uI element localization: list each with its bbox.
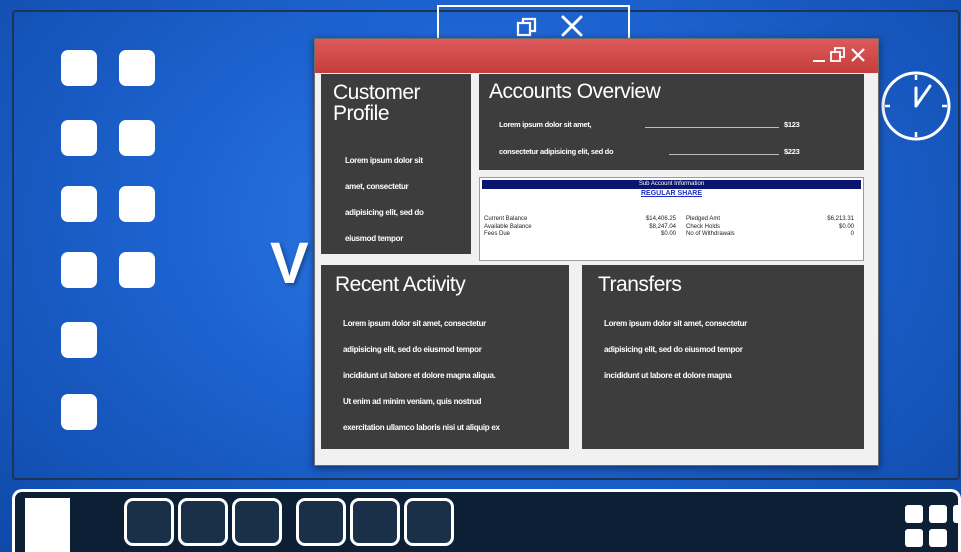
- leader-line: [645, 127, 779, 128]
- app-tile-icon[interactable]: [61, 120, 97, 156]
- app-tile-icon[interactable]: [119, 186, 155, 222]
- field-value: $14,406.25: [645, 216, 676, 222]
- account-row-label: consectetur adipisicing elit, sed do: [499, 147, 614, 156]
- app-tile-icon[interactable]: [119, 252, 155, 288]
- app-window: Customer Profile Lorem ipsum dolor sit a…: [314, 38, 879, 466]
- recent-activity-panel: Recent Activity Lorem ipsum dolor sit am…: [321, 265, 569, 449]
- text-line: incididunt ut labore et dolore magna ali…: [343, 371, 496, 380]
- text-line: eiusmod tempor: [345, 234, 404, 243]
- account-row-amount: $223: [784, 147, 800, 156]
- app-tile-icon[interactable]: [119, 50, 155, 86]
- app-tile-icon[interactable]: [61, 50, 97, 86]
- text-line: incididunt ut labore et dolore magna: [604, 371, 732, 380]
- minimize-icon[interactable]: [810, 45, 830, 65]
- close-icon[interactable]: [560, 14, 584, 38]
- taskbar-item[interactable]: [124, 498, 174, 546]
- field-value: $0.00: [660, 231, 676, 237]
- field-label: Available Balance: [484, 223, 532, 230]
- field-label: Pledged Amt: [686, 216, 721, 222]
- field-value: $0.00: [838, 223, 854, 230]
- taskbar-item[interactable]: [178, 498, 228, 546]
- field-value: 0: [850, 231, 854, 237]
- restore-icon[interactable]: [516, 16, 538, 38]
- clock-icon[interactable]: [876, 66, 956, 142]
- app-tile-icon[interactable]: [61, 394, 97, 430]
- panel-title: Recent Activity: [335, 273, 466, 296]
- text-line: Lorem ipsum dolor sit amet, consectetur: [604, 319, 747, 328]
- app-tile-icon[interactable]: [61, 252, 97, 288]
- text-line: Lorem ipsum dolor sit amet, consectetur: [343, 319, 486, 328]
- app-tile-icon[interactable]: [61, 322, 97, 358]
- profile-text: Lorem ipsum dolor sit amet, consectetur …: [345, 148, 424, 252]
- customer-profile-panel: Customer Profile Lorem ipsum dolor sit a…: [321, 74, 471, 254]
- sub-account-panel: Sub Account Information REGULAR SHARE Cu…: [479, 177, 864, 261]
- left-labels: Current Balance Available Balance Fees D…: [484, 216, 532, 239]
- accounts-overview-panel: Accounts Overview Lorem ipsum dolor sit …: [479, 74, 864, 170]
- text-line: Ut enim ad minim veniam, quis nostrud: [343, 397, 482, 406]
- text-line: adipisicing elit, sed do eiusmod tempor: [604, 345, 743, 354]
- sub-account-header: Sub Account Information: [482, 180, 861, 189]
- start-button[interactable]: [25, 498, 70, 552]
- text-line: adipisicing elit, sed do: [345, 208, 424, 217]
- field-value: $6,213.31: [827, 216, 854, 222]
- window-titlebar[interactable]: [315, 39, 878, 73]
- panel-title: Transfers: [598, 273, 682, 296]
- panel-title: Customer Profile: [333, 81, 421, 125]
- taskbar-item[interactable]: [296, 498, 346, 546]
- text-line: amet, consectetur: [345, 182, 409, 191]
- account-row-label: Lorem ipsum dolor sit amet,: [499, 120, 592, 129]
- regular-share-link[interactable]: REGULAR SHARE: [480, 190, 863, 197]
- partial-heading-letter: V: [270, 231, 309, 296]
- field-label: Fees Due: [484, 231, 511, 237]
- taskbar-item[interactable]: [350, 498, 400, 546]
- field-label: Check Holds: [686, 223, 721, 230]
- left-values: $14,406.25 $8,247.04 $0.00: [620, 216, 676, 239]
- taskbar-item[interactable]: [404, 498, 454, 546]
- right-labels: Pledged Amt Check Holds No of Withdrawal…: [686, 216, 735, 239]
- panel-title: Accounts Overview: [489, 80, 661, 103]
- field-label: No of Withdrawals: [686, 231, 735, 237]
- taskbar-item[interactable]: [232, 498, 282, 546]
- activity-text: Lorem ipsum dolor sit amet, consectetur …: [343, 311, 500, 441]
- field-label: Current Balance: [484, 216, 528, 222]
- panel-title-line: Customer: [333, 81, 421, 104]
- close-icon[interactable]: [848, 45, 868, 65]
- app-tile-icon[interactable]: [119, 120, 155, 156]
- leader-line: [669, 154, 779, 155]
- app-tile-icon[interactable]: [61, 186, 97, 222]
- text-line: exercitation ullamco laboris nisi ut ali…: [343, 423, 500, 432]
- transfers-text: Lorem ipsum dolor sit amet, consectetur …: [604, 311, 747, 389]
- transfers-panel: Transfers Lorem ipsum dolor sit amet, co…: [582, 265, 864, 449]
- restore-icon[interactable]: [828, 45, 848, 65]
- panel-title-line: Profile: [333, 102, 390, 125]
- right-values: $6,213.31 $0.00 0: [798, 216, 854, 239]
- field-value: $8,247.04: [649, 223, 676, 230]
- text-line: Lorem ipsum dolor sit: [345, 156, 423, 165]
- text-line: adipisicing elit, sed do eiusmod tempor: [343, 345, 482, 354]
- account-row-amount: $123: [784, 120, 800, 129]
